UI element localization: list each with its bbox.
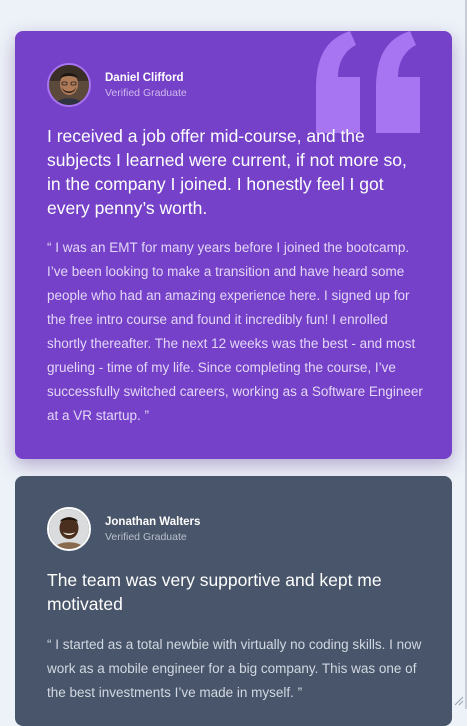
quotation-mark-icon [316, 31, 420, 133]
author-role: Verified Graduate [105, 86, 187, 99]
testimonial-body: “ I was an EMT for many years before I j… [47, 240, 423, 423]
avatar-photo-jonathan [49, 509, 89, 549]
author-info: Daniel Clifford Verified Graduate [47, 63, 187, 107]
avatar [47, 63, 91, 107]
resize-handle-icon[interactable] [453, 695, 464, 706]
author-name: Jonathan Walters [105, 515, 201, 528]
testimonial-body: “ I started as a total newbie with virtu… [47, 637, 422, 700]
testimonial-card-jonathan: Jonathan Walters Verified Graduate The t… [15, 476, 452, 726]
avatar-photo-daniel [49, 65, 89, 105]
testimonial-headline: The team was very supportive and kept me… [47, 570, 382, 614]
avatar [47, 507, 91, 551]
author-name: Daniel Clifford [105, 71, 184, 84]
author-info: Jonathan Walters Verified Graduate [47, 507, 200, 551]
testimonial-headline: I received a job offer mid-course, and t… [47, 126, 407, 218]
author-role: Verified Graduate [105, 530, 187, 543]
testimonial-card-daniel: Daniel Clifford Verified Graduate I rece… [15, 31, 452, 459]
